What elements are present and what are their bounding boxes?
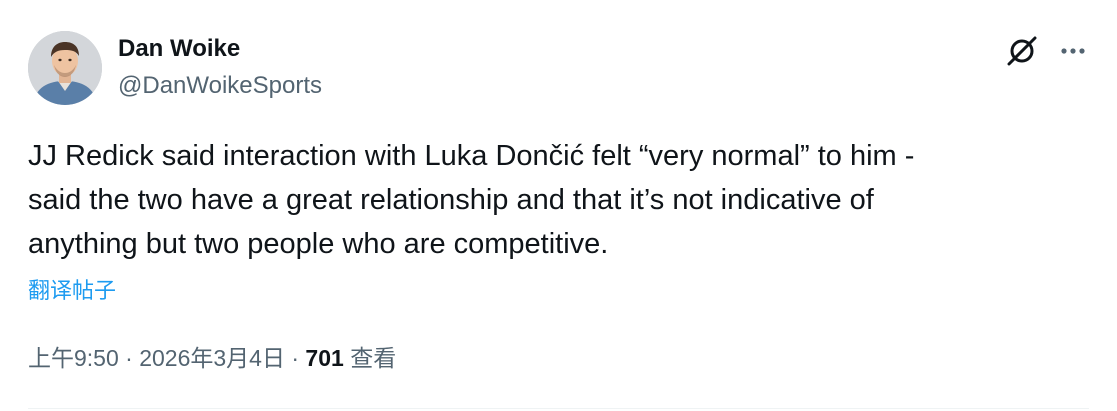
divider xyxy=(28,408,1089,409)
avatar-image xyxy=(28,31,102,105)
translate-post-link[interactable]: 翻译帖子 xyxy=(28,276,116,306)
avatar[interactable] xyxy=(28,31,102,105)
tweet-date[interactable]: 2026年3月4日 xyxy=(139,345,285,371)
author-display-name[interactable]: Dan Woike xyxy=(118,32,322,66)
more-dots-icon[interactable] xyxy=(1055,33,1091,69)
meta-separator: · xyxy=(125,345,133,371)
tweet-meta: 上午9:50 · 2026年3月4日 · 701 查看 xyxy=(28,341,396,375)
tweet-time[interactable]: 上午9:50 xyxy=(28,345,119,371)
meta-separator: · xyxy=(291,345,300,371)
tweet-text: JJ Redick said interaction with Luka Don… xyxy=(28,140,915,260)
grok-icon[interactable] xyxy=(1004,33,1040,69)
author-handle[interactable]: @DanWoikeSports xyxy=(118,69,322,103)
author-info: Dan Woike @DanWoikeSports xyxy=(118,32,322,103)
tweet-card: Dan Woike @DanWoikeSports JJ Redick said… xyxy=(0,0,1117,411)
views-label: 查看 xyxy=(350,345,397,371)
views-count: 701 xyxy=(305,345,344,371)
